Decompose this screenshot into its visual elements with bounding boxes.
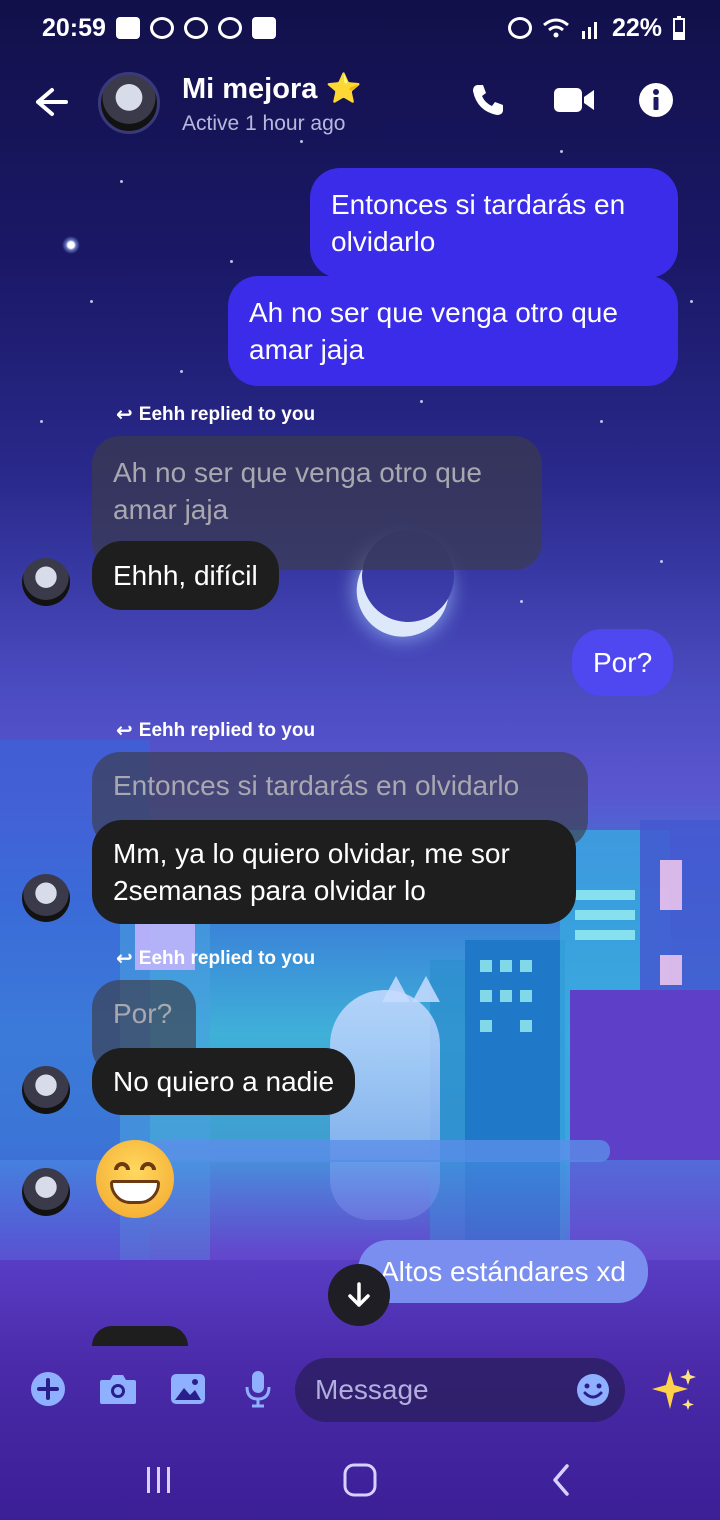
reply-indicator: ↩ Eehh replied to you	[116, 403, 316, 427]
sender-avatar[interactable]	[22, 874, 70, 922]
railing-decoration	[150, 1140, 610, 1162]
message-input-wrapper	[295, 1358, 625, 1422]
sent-message[interactable]: Ah no ser que venga otro que amar jaja	[228, 276, 678, 386]
image-icon[interactable]	[168, 1369, 208, 1409]
scroll-down-button[interactable]	[328, 1264, 390, 1326]
system-navigation-bar	[0, 1440, 720, 1520]
battery-percent: 22%	[611, 13, 662, 42]
grinning-emoji-message[interactable]	[96, 1140, 174, 1218]
arrow-down-icon	[348, 1282, 370, 1307]
partial-received-message	[92, 1326, 188, 1346]
reply-arrow-icon: ↩	[116, 948, 133, 970]
sender-avatar[interactable]	[22, 1066, 70, 1114]
composer-bar	[0, 1345, 720, 1435]
battery-icon	[673, 16, 685, 40]
sent-message[interactable]: Altos estándares xd	[358, 1240, 648, 1303]
received-message[interactable]: Mm, ya lo quiero olvidar, me sor 2semana…	[92, 820, 576, 924]
sender-avatar[interactable]	[22, 1168, 70, 1216]
contact-name[interactable]: Mi mejora ⭐	[182, 72, 362, 106]
video-icon[interactable]	[552, 80, 596, 120]
signal-icon	[581, 22, 597, 39]
app-icon	[149, 17, 174, 39]
received-message[interactable]: No quiero a nadie	[92, 1048, 356, 1115]
sparkles-icon[interactable]	[648, 1365, 698, 1415]
messenger-icon	[183, 17, 208, 39]
star-decoration	[62, 236, 80, 254]
emoji-icon[interactable]	[575, 1372, 611, 1408]
status-bar: 20:59 22%	[0, 0, 720, 56]
active-status: Active 1 hour ago	[182, 112, 346, 135]
camera-icon[interactable]	[98, 1369, 138, 1409]
reply-arrow-icon: ↩	[116, 720, 133, 742]
recent-apps-button[interactable]	[134, 1458, 184, 1502]
sender-avatar[interactable]	[22, 558, 70, 606]
alarm-icon	[217, 17, 242, 39]
back-button[interactable]	[536, 1458, 586, 1502]
wifi-icon	[542, 18, 569, 38]
reply-indicator: ↩ Eehh replied to you	[116, 719, 316, 743]
phone-icon[interactable]	[468, 80, 508, 120]
contact-avatar[interactable]	[98, 72, 160, 134]
reply-arrow-icon: ↩	[116, 404, 133, 426]
sent-message[interactable]: Por?	[572, 629, 674, 696]
received-message[interactable]: Ehhh, difícil	[92, 541, 279, 610]
alarm-icon	[507, 17, 532, 39]
message-input[interactable]	[315, 1358, 555, 1422]
microphone-icon[interactable]	[238, 1369, 278, 1409]
chat-header: Mi mejora ⭐ Active 1 hour ago	[0, 60, 720, 150]
youtube-icon	[115, 17, 140, 39]
reply-indicator: ↩ Eehh replied to you	[116, 947, 316, 971]
info-icon[interactable]	[636, 80, 676, 120]
plus-icon[interactable]	[28, 1369, 68, 1409]
back-arrow-icon[interactable]	[30, 82, 70, 122]
status-time: 20:59	[42, 13, 106, 42]
star-emoji: ⭐	[325, 73, 362, 105]
home-button[interactable]	[335, 1458, 385, 1502]
sent-message[interactable]: Entonces si tardarás en olvidarlo	[310, 168, 678, 278]
gallery-icon	[251, 17, 276, 39]
